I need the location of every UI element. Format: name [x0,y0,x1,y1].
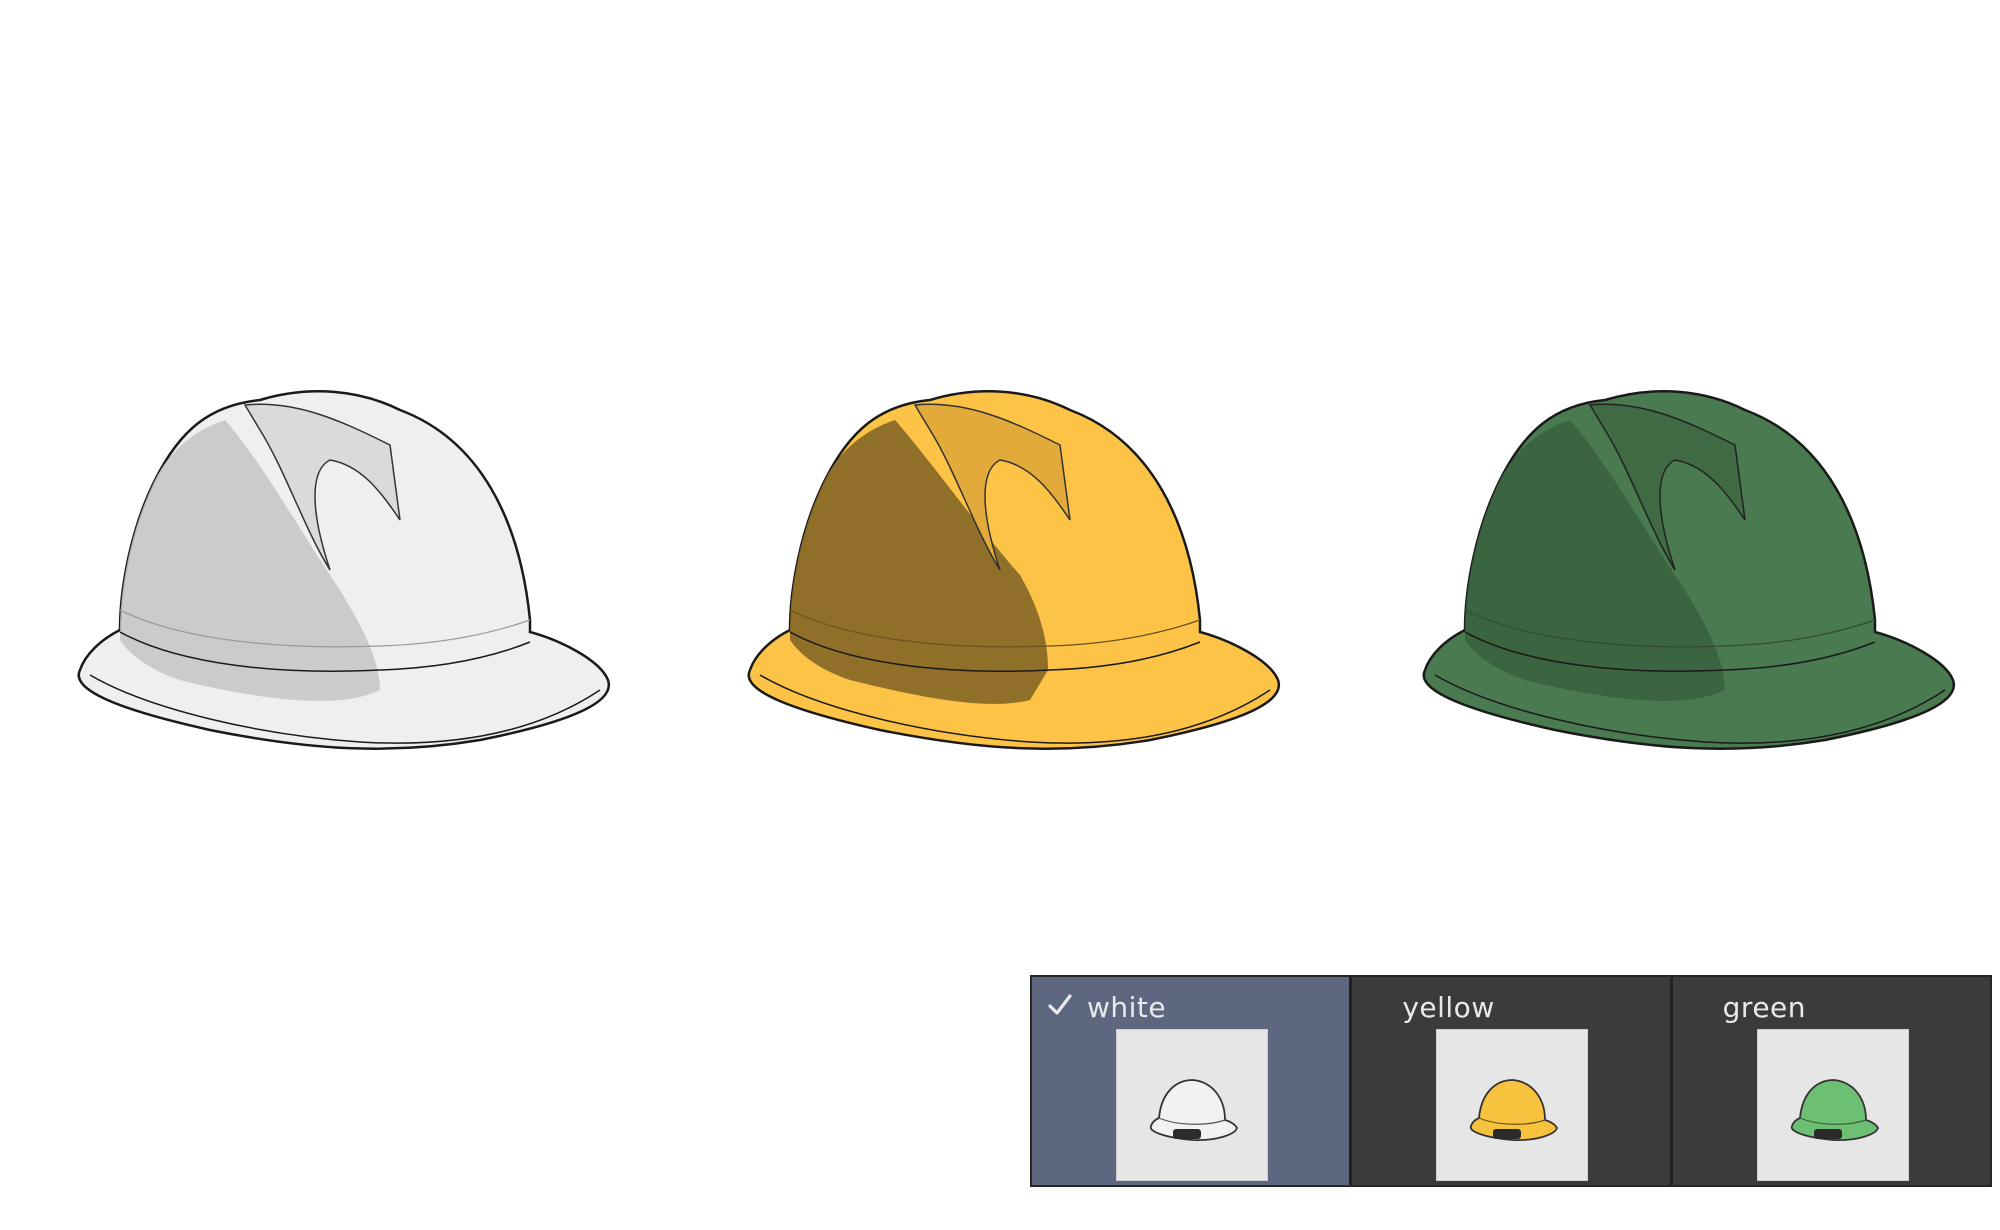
helmet-white-preview [77,390,611,750]
check-icon [1048,994,1072,1015]
variant-card-yellow[interactable]: yellow [1352,977,1673,1185]
helmet-thumbnail-icon [1790,1079,1879,1141]
canvas: white yellow green [0,0,2000,1230]
variant-label: white [1087,991,1167,1024]
variant-thumbnail [1116,1029,1268,1181]
variant-label: yellow [1402,991,1495,1024]
variant-card-green[interactable]: green [1673,977,1990,1185]
helmet-thumbnail-icon [1150,1079,1238,1141]
variant-card-white[interactable]: white [1032,977,1353,1185]
helmet-green-preview [1422,390,1956,750]
variant-label: green [1722,991,1807,1024]
helmet-yellow-preview [747,390,1281,750]
variant-thumbnail [1436,1029,1589,1181]
variant-thumbnail [1756,1029,1909,1181]
helmet-thumbnail-icon [1470,1079,1559,1141]
variant-selector: white yellow green [1030,975,1992,1187]
